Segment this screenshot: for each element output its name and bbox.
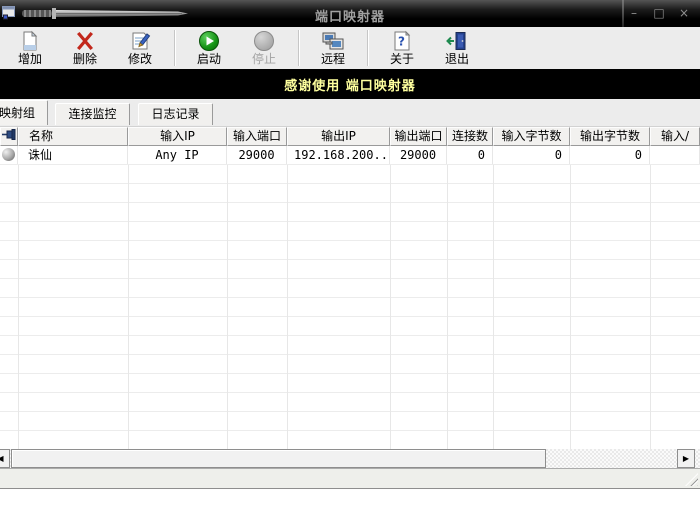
mapping-table: 名称 输入IP 输入端口 输出IP 输出端口 连接数 输入字节数 输出字节数 输… — [0, 127, 700, 449]
start-play-icon — [198, 29, 220, 52]
cell-extra — [650, 146, 700, 164]
pin-column-header[interactable] — [0, 127, 18, 146]
remote-button-label: 远程 — [321, 52, 345, 67]
remote-button[interactable]: 远程 — [309, 29, 357, 69]
toolbar-separator — [298, 30, 300, 66]
cell-bytes-out: 0 — [570, 146, 650, 164]
cell-input-ip: Any IP — [128, 146, 227, 164]
column-header-input-ip[interactable]: 输入IP — [128, 127, 227, 146]
add-button[interactable]: 增加 — [6, 29, 54, 69]
empty-grid — [0, 165, 700, 449]
grid-line — [447, 165, 448, 449]
banner-text: 感谢使用 端口映射器 — [284, 75, 416, 94]
status-bar — [0, 468, 700, 489]
row-status-cell — [0, 146, 18, 164]
column-header-output-port[interactable]: 输出端口 — [390, 127, 447, 146]
grid-line — [287, 165, 288, 449]
about-button[interactable]: ? 关于 — [378, 29, 426, 69]
delete-cross-icon — [74, 29, 96, 52]
column-header-bytes-out[interactable]: 输出字节数 — [570, 127, 650, 146]
gray-sphere-icon — [2, 148, 15, 161]
column-header-name[interactable]: 名称 — [18, 127, 128, 146]
add-document-icon — [19, 29, 41, 52]
cell-output-ip: 192.168.200... — [287, 146, 390, 164]
tab-mapping-group[interactable]: 映射组 — [0, 100, 48, 125]
scroll-right-button[interactable]: ▶ — [677, 449, 695, 468]
toolbar: 增加 删除 修改 — [0, 27, 700, 69]
horizontal-scrollbar[interactable]: ◀ ▶ — [0, 449, 700, 468]
exit-door-icon — [446, 29, 468, 52]
grid-line — [128, 165, 129, 449]
stop-button-label: 停止 — [252, 52, 276, 67]
cell-connections: 0 — [447, 146, 493, 164]
titlebar[interactable]: 端口映射器 – □ × — [0, 0, 700, 27]
remote-computers-icon — [321, 29, 345, 52]
column-header-connections[interactable]: 连接数 — [447, 127, 493, 146]
tab-connection-monitor[interactable]: 连接监控 — [55, 103, 130, 125]
grid-line — [650, 165, 651, 449]
grid-line — [227, 165, 228, 449]
start-button-label: 启动 — [197, 52, 221, 67]
start-button[interactable]: 启动 — [185, 29, 233, 69]
banner: 感谢使用 端口映射器 — [0, 69, 700, 99]
stop-button[interactable]: 停止 — [240, 29, 288, 69]
grid-line — [493, 165, 494, 449]
column-header-input-port[interactable]: 输入端口 — [227, 127, 287, 146]
toolbar-separator — [174, 30, 176, 66]
grid-line — [390, 165, 391, 449]
window-title: 端口映射器 — [0, 6, 700, 25]
cell-output-port: 29000 — [390, 146, 447, 164]
add-button-label: 增加 — [18, 52, 42, 67]
about-question-icon: ? — [391, 29, 413, 52]
table-row[interactable]: 诛仙 Any IP 29000 192.168.200... 29000 0 0… — [0, 146, 700, 165]
column-header-output-ip[interactable]: 输出IP — [287, 127, 390, 146]
cell-input-port: 29000 — [227, 146, 287, 164]
pushpin-icon — [2, 128, 17, 141]
edit-document-icon — [129, 29, 151, 52]
toolbar-separator — [367, 30, 369, 66]
scrollbar-thumb[interactable] — [11, 449, 546, 468]
delete-button-label: 删除 — [73, 52, 97, 67]
stop-circle-icon — [253, 29, 275, 52]
cell-name: 诛仙 — [18, 146, 128, 164]
cell-bytes-in: 0 — [493, 146, 570, 164]
close-button[interactable]: × — [676, 5, 692, 21]
tab-strip: 映射组 连接监控 日志记录 — [0, 99, 700, 127]
minimize-button[interactable]: – — [626, 5, 642, 21]
column-header-bytes-in[interactable]: 输入字节数 — [493, 127, 570, 146]
tab-log[interactable]: 日志记录 — [138, 103, 213, 125]
resize-grip-icon[interactable] — [685, 473, 698, 486]
exit-button-label: 退出 — [445, 52, 469, 67]
column-header-truncated[interactable]: 输入/ — [650, 127, 700, 146]
grid-line — [570, 165, 571, 449]
maximize-button[interactable]: □ — [651, 5, 667, 21]
grid-line — [18, 165, 19, 449]
delete-button[interactable]: 删除 — [61, 29, 109, 69]
exit-button[interactable]: 退出 — [433, 29, 481, 69]
about-button-label: 关于 — [390, 52, 414, 67]
scroll-left-button[interactable]: ◀ — [0, 449, 10, 468]
modify-button[interactable]: 修改 — [116, 29, 164, 69]
app-window: 端口映射器 – □ × 增加 删除 — [0, 0, 700, 489]
table-header: 名称 输入IP 输入端口 输出IP 输出端口 连接数 输入字节数 输出字节数 输… — [0, 127, 700, 146]
modify-button-label: 修改 — [128, 52, 152, 67]
svg-text:?: ? — [398, 34, 405, 48]
